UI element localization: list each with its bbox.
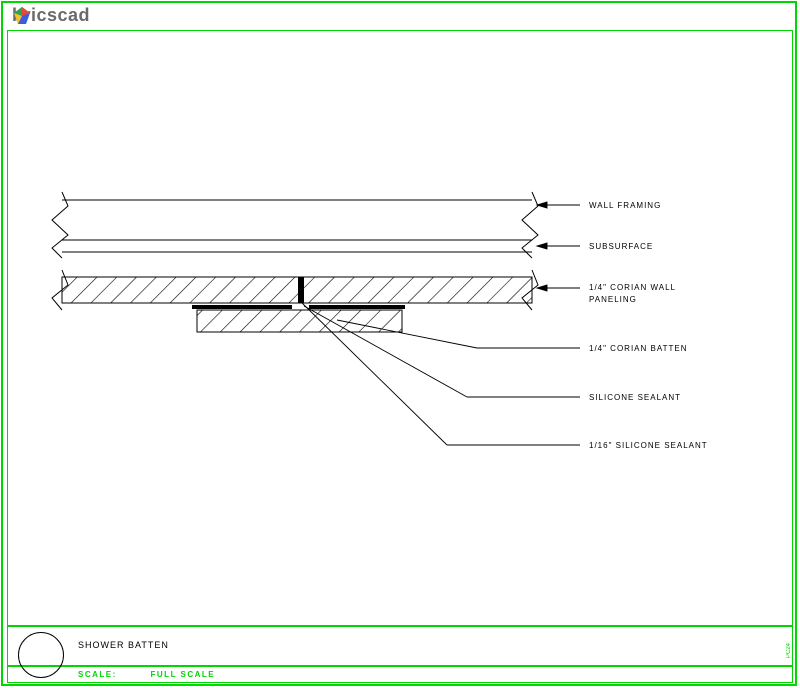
label-subsurface: SUBSURFACE — [589, 242, 653, 251]
label-corian-wall-panel: 1/4" CORIAN WALL PANELING — [589, 282, 676, 306]
label-wall-framing: WALL FRAMING — [589, 201, 661, 210]
label-corian-batten: 1/4" CORIAN BATTEN — [589, 344, 687, 353]
scale-divider — [7, 665, 793, 667]
scale-label: SCALE: — [78, 670, 117, 679]
title-divider — [7, 625, 793, 627]
label-silicone-sealant-16: 1/16" SILICONE SEALANT — [589, 441, 708, 450]
drawing-canvas[interactable]: WALL FRAMING SUBSURFACE 1/4" CORIAN WALL… — [7, 30, 793, 625]
app-frame: bricscad SHOWER BATTEN SCALE: FULL SCALE… — [0, 0, 800, 688]
drawing-code: PC24 — [786, 643, 792, 658]
section-drawing — [7, 30, 793, 625]
app-logo: bricscad — [12, 5, 90, 26]
detail-marker-circle — [18, 632, 64, 678]
drawing-title: SHOWER BATTEN — [78, 640, 169, 650]
label-silicone-sealant: SILICONE SEALANT — [589, 393, 681, 402]
scale-row: SCALE: FULL SCALE — [78, 670, 215, 679]
scale-value: FULL SCALE — [151, 670, 216, 679]
bricscad-icon — [12, 6, 32, 26]
